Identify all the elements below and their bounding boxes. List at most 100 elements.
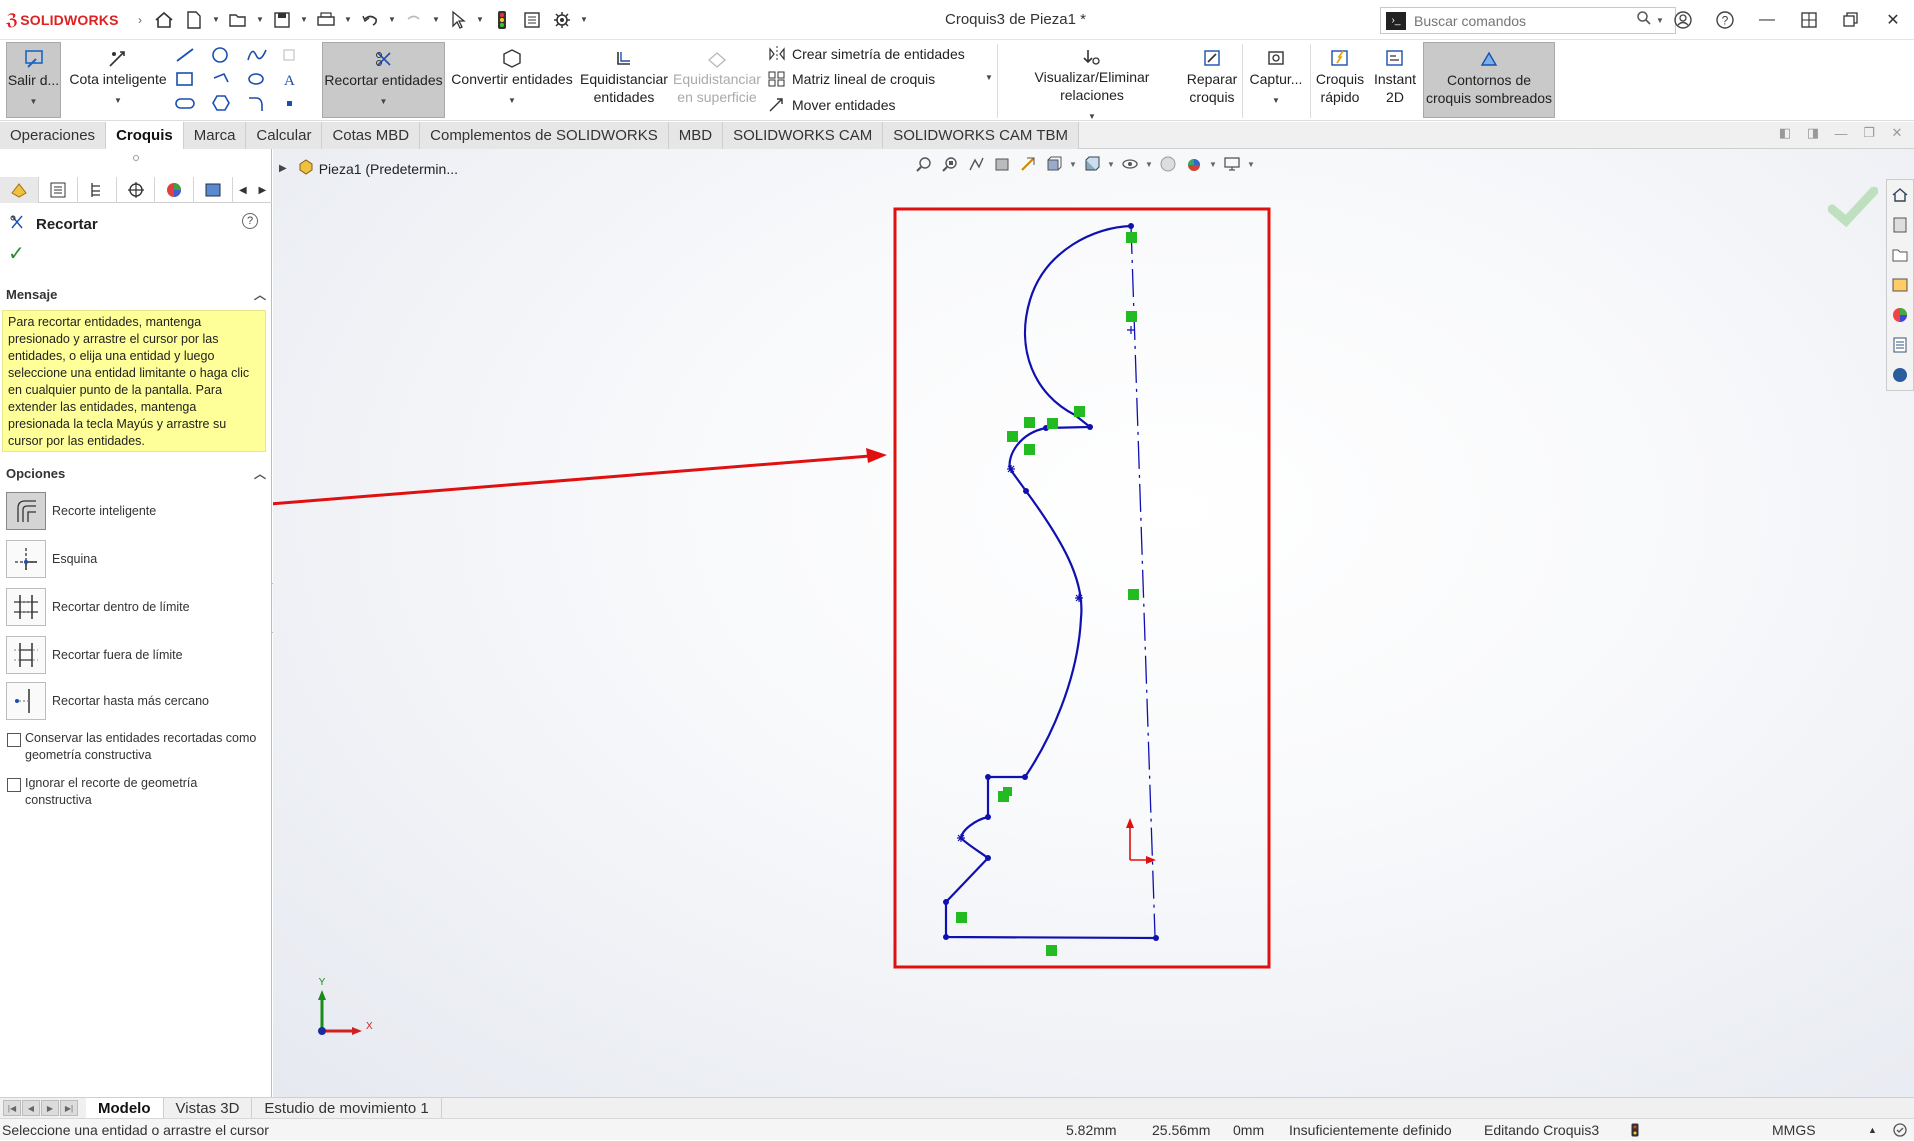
minimize-icon[interactable]: —	[1746, 0, 1788, 40]
pm-help-icon[interactable]: ?	[242, 213, 258, 229]
search-icon[interactable]	[1636, 10, 1652, 31]
offset-on-surface-button[interactable]: Equidistanciar en superficie	[673, 42, 761, 118]
display-delete-relations-button[interactable]: Visualizar/Eliminar relaciones ▼	[1002, 42, 1182, 121]
tab-motion-study[interactable]: Estudio de movimiento 1	[252, 1097, 442, 1119]
command-search-box[interactable]: ›_ ▼	[1380, 7, 1676, 34]
status-units[interactable]: MMGS	[1772, 1122, 1816, 1138]
file-properties-icon[interactable]	[518, 6, 546, 34]
options-section-header[interactable]: Opciones ︿	[6, 463, 266, 483]
checkbox-box[interactable]	[7, 733, 21, 747]
collapse-left-icon[interactable]: ◧	[1776, 124, 1794, 142]
last-tab-icon[interactable]: ▶|	[60, 1100, 78, 1116]
trim-entities-button[interactable]: Recortar entidades ▼	[322, 42, 445, 118]
centerline[interactable]	[1130, 225, 1156, 937]
linear-pattern-button[interactable]: Matriz lineal de croquis	[766, 70, 935, 88]
tab-features[interactable]: Operaciones	[0, 122, 107, 149]
repair-sketch-button[interactable]: Reparar croquis	[1186, 42, 1238, 118]
first-tab-icon[interactable]: |◀	[3, 1100, 21, 1116]
next-tab-icon[interactable]: ▶	[41, 1100, 59, 1116]
capture-button[interactable]: Captur... ▼	[1246, 42, 1306, 118]
convert-entities-button[interactable]: Convertir entidades ▼	[450, 42, 574, 118]
undo-dropdown-icon[interactable]: ▼	[386, 15, 398, 24]
panel-grip-handle[interactable]	[133, 155, 139, 161]
rebuild-indicator-icon[interactable]	[1631, 1123, 1639, 1140]
offset-entities-button[interactable]: Equidistanciar entidades	[578, 42, 670, 118]
collapse-chevron-icon[interactable]: ︿	[254, 286, 266, 303]
select-dropdown-icon[interactable]: ▼	[474, 15, 486, 24]
relation-glyphs[interactable]	[956, 232, 1139, 956]
tab-evaluate[interactable]: Calcular	[246, 122, 323, 149]
tab-3d-views[interactable]: Vistas 3D	[164, 1097, 253, 1119]
save-dropdown-icon[interactable]: ▼	[298, 15, 310, 24]
keep-trimmed-construction-checkbox[interactable]: Conservar las entidades recortadas como …	[7, 730, 267, 764]
restore-icon[interactable]	[1830, 0, 1872, 40]
sketch-profile[interactable]	[944, 224, 1157, 940]
open-folder-icon[interactable]	[224, 6, 252, 34]
trim-away-inside-option[interactable]: Recortar dentro de límite	[6, 588, 190, 626]
move-entities-button[interactable]: Mover entidades	[766, 96, 896, 114]
sketch-canvas[interactable]: Y X	[273, 149, 1914, 1097]
solidworks-logo[interactable]: ℨ SOLIDWORKS	[0, 0, 130, 40]
options-dropdown-icon[interactable]: ▼	[578, 15, 590, 24]
tab-model[interactable]: Modelo	[86, 1097, 164, 1119]
smart-trim-option[interactable]: Recorte inteligente	[6, 492, 156, 530]
move-dropdown-icon[interactable]: ▼	[985, 73, 993, 82]
tile-windows-icon[interactable]	[1788, 0, 1830, 40]
dimxpert-manager-tab-icon[interactable]	[117, 177, 156, 203]
sketch-point-icon[interactable]	[280, 46, 302, 69]
spline-icon[interactable]	[246, 46, 268, 69]
prev-tab-icon[interactable]: ◀	[22, 1100, 40, 1116]
collapse-right-icon[interactable]: ◨	[1804, 124, 1822, 142]
undo-icon[interactable]	[356, 6, 384, 34]
customize-status-icon[interactable]	[1892, 1122, 1908, 1141]
doc-minimize-icon[interactable]: —	[1832, 124, 1850, 142]
shaded-sketch-contours-button[interactable]: Contornos de croquis sombreados	[1423, 42, 1555, 118]
redo-icon[interactable]	[400, 6, 428, 34]
tab-solidworks-cam-tbm[interactable]: SOLIDWORKS CAM TBM	[883, 122, 1079, 149]
help-icon[interactable]: ?	[1704, 0, 1746, 40]
exit-sketch-button[interactable]: Salir d... ▼	[6, 42, 61, 118]
corner-option[interactable]: Esquina	[6, 540, 97, 578]
checkbox-box[interactable]	[7, 778, 21, 792]
feature-manager-tab-icon[interactable]	[0, 177, 39, 203]
mirror-entities-button[interactable]: Crear simetría de entidades	[766, 45, 965, 63]
user-account-icon[interactable]	[1662, 0, 1704, 40]
trim-away-outside-option[interactable]: Recortar fuera de límite	[6, 636, 183, 674]
collapse-chevron-icon[interactable]: ︿	[254, 465, 266, 482]
options-gear-icon[interactable]	[548, 6, 576, 34]
instant-2d-button[interactable]: Instant 2D	[1370, 42, 1420, 118]
select-arrow-icon[interactable]	[444, 6, 472, 34]
save-icon[interactable]	[268, 6, 296, 34]
circle-icon[interactable]	[210, 46, 232, 69]
tabs-scroll-left-icon[interactable]: ◀	[233, 177, 252, 203]
new-document-icon[interactable]	[180, 6, 208, 34]
doc-close-icon[interactable]: ✕	[1888, 124, 1906, 142]
tab-solidworks-cam[interactable]: SOLIDWORKS CAM	[723, 122, 884, 149]
home-icon[interactable]	[150, 6, 178, 34]
ellipse-icon[interactable]	[246, 70, 268, 93]
tabs-scroll-right-icon[interactable]: ▶	[253, 177, 272, 203]
slot-icon[interactable]	[210, 70, 232, 93]
trim-to-closest-option[interactable]: Recortar hasta más cercano	[6, 682, 209, 720]
property-manager-tab-icon[interactable]	[39, 177, 78, 203]
sketch-text-icon[interactable]: A	[280, 70, 302, 93]
graphics-area[interactable]: ▶ Pieza1 (Predetermin... ▼ ▼ ▼ ▼ ▼ Y X	[273, 149, 1914, 1097]
configuration-manager-tab-icon[interactable]	[78, 177, 117, 203]
display-manager-tab-icon[interactable]	[155, 177, 195, 203]
tab-mbd-dimensions[interactable]: Cotas MBD	[322, 122, 421, 149]
fillet-icon[interactable]	[246, 94, 268, 117]
close-icon[interactable]: ✕	[1872, 0, 1914, 40]
line-icon[interactable]	[174, 46, 196, 69]
doc-restore-icon[interactable]: ❐	[1860, 124, 1878, 142]
rapid-sketch-button[interactable]: Croquis rápido	[1314, 42, 1366, 118]
point-icon[interactable]	[280, 94, 302, 117]
tab-sketch[interactable]: Croquis	[106, 122, 184, 149]
cam-manager-tab-icon[interactable]	[194, 177, 234, 203]
rectangle-icon[interactable]	[174, 70, 196, 93]
ok-checkmark-icon[interactable]: ✓	[8, 241, 25, 266]
straight-slot-icon[interactable]	[174, 94, 196, 117]
print-icon[interactable]	[312, 6, 340, 34]
smart-dimension-button[interactable]: Cota inteligente ▼	[66, 42, 170, 118]
tab-mbd[interactable]: MBD	[668, 122, 724, 149]
polygon-icon[interactable]	[210, 94, 232, 117]
